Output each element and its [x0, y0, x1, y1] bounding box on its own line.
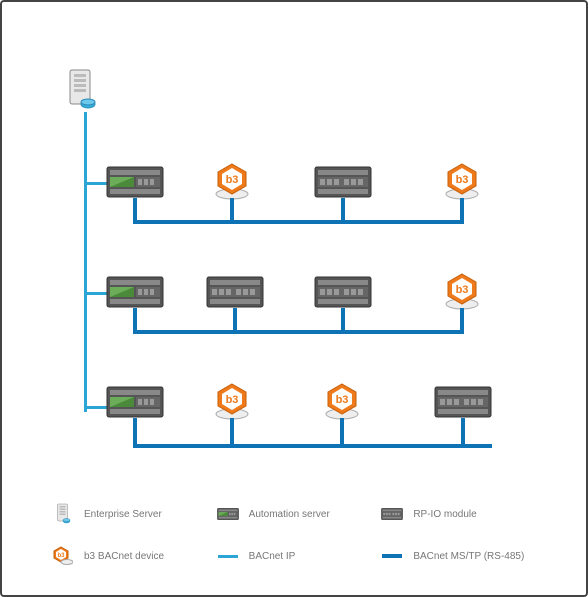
- bacnet-mstp-drop: [341, 308, 345, 334]
- diagram-frame: Enterprise Server Automation server RP-I…: [0, 0, 588, 597]
- bacnet-mstp-drop: [233, 308, 237, 334]
- b3-device-icon: [322, 382, 362, 420]
- legend-rpio-module: RP-IO module: [381, 503, 546, 525]
- bacnet-mstp-bus: [133, 220, 462, 224]
- legend-enterprise-server: Enterprise Server: [52, 503, 217, 525]
- bacnet-mstp-drop: [341, 198, 345, 224]
- rpio-module-icon: [434, 386, 492, 418]
- legend-label: b3 BACnet device: [84, 551, 164, 562]
- automation-server-icon: [106, 276, 164, 308]
- b3-device-icon: [212, 382, 252, 420]
- automation-server-icon: [106, 386, 164, 418]
- bacnet-mstp-bus: [133, 330, 462, 334]
- rpio-module-icon: [381, 503, 403, 525]
- enterprise-server-icon: [66, 68, 96, 112]
- legend-b3-device: b3 BACnet device: [52, 545, 217, 567]
- legend-bacnet-mstp: BACnet MS/TP (RS-485): [381, 545, 546, 567]
- bacnet-mstp-drop: [340, 418, 344, 448]
- rpio-module-icon: [206, 276, 264, 308]
- enterprise-server-icon: [52, 503, 74, 525]
- bacnet-mstp-drop: [133, 198, 137, 224]
- bacnet-mstp-drop: [230, 418, 234, 448]
- bacnet-ip-trunk: [84, 112, 87, 412]
- legend-label: Enterprise Server: [84, 509, 162, 520]
- rpio-module-icon: [314, 166, 372, 198]
- b3-device-icon: [52, 545, 74, 567]
- legend: Enterprise Server Automation server RP-I…: [52, 503, 546, 567]
- bacnet-mstp-drop: [460, 308, 464, 334]
- bacnet-mstp-drop: [133, 308, 137, 334]
- b3-device-icon: [442, 272, 482, 310]
- bacnet-mstp-drop: [133, 418, 137, 448]
- automation-server-icon: [217, 503, 239, 525]
- legend-label: BACnet IP: [249, 551, 296, 562]
- bacnet-mstp-drop: [230, 198, 234, 224]
- b3-device-icon: [212, 162, 252, 200]
- bacnet-mstp-drop: [461, 418, 465, 448]
- automation-server-icon: [106, 166, 164, 198]
- bacnet-ip-line-icon: [217, 545, 239, 567]
- bacnet-mstp-line-icon: [381, 545, 403, 567]
- b3-device-icon: [442, 162, 482, 200]
- bacnet-mstp-bus: [133, 444, 492, 448]
- bacnet-mstp-drop: [460, 198, 464, 224]
- legend-label: BACnet MS/TP (RS-485): [413, 551, 524, 562]
- legend-automation-server: Automation server: [217, 503, 382, 525]
- rpio-module-icon: [314, 276, 372, 308]
- legend-bacnet-ip: BACnet IP: [217, 545, 382, 567]
- legend-label: RP-IO module: [413, 509, 476, 520]
- legend-label: Automation server: [249, 509, 330, 520]
